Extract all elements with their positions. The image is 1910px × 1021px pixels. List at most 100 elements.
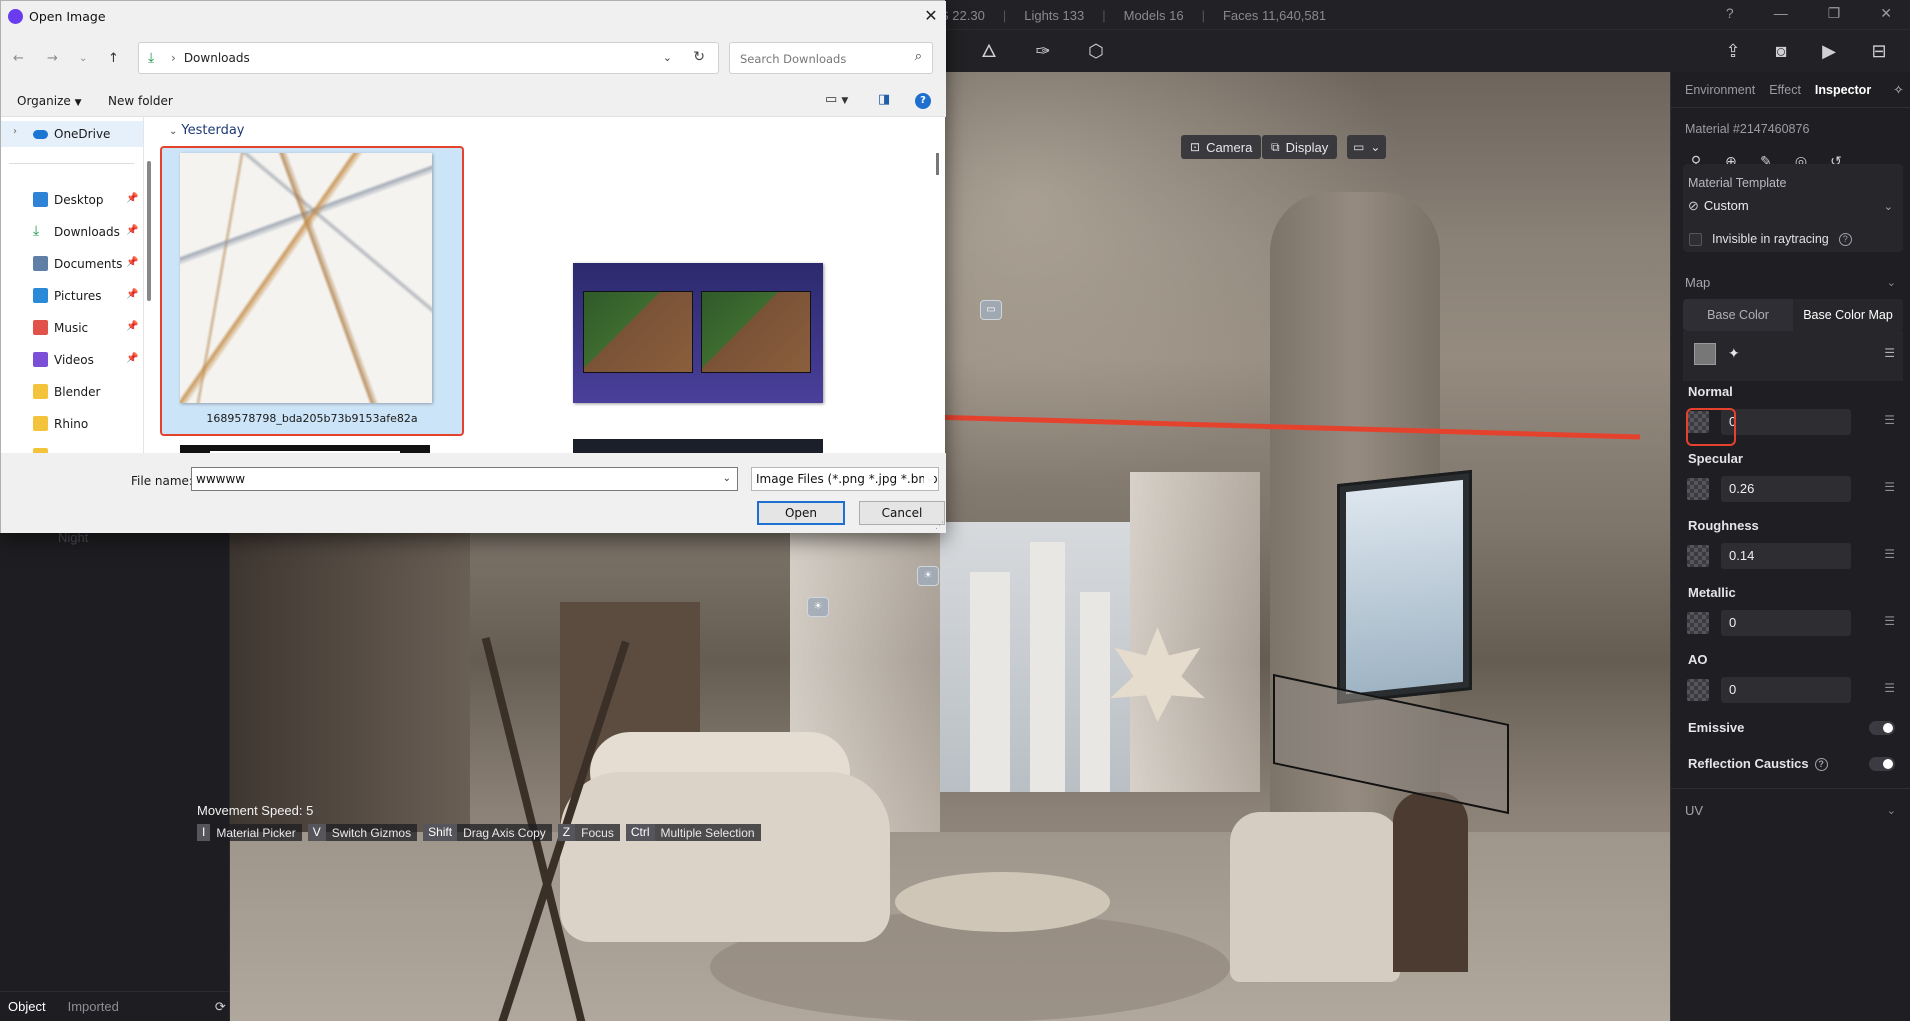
- template-dropdown[interactable]: ⊘ Custom ⌄: [1688, 198, 1893, 214]
- preview-pane-icon[interactable]: ◨: [878, 92, 890, 107]
- adjust-icon[interactable]: ☰: [1884, 346, 1895, 360]
- light-marker-icon[interactable]: ▭: [980, 300, 1002, 320]
- bulb-marker-icon[interactable]: ☀: [917, 566, 939, 586]
- group-header[interactable]: ⌄ Yesterday: [169, 123, 245, 138]
- prop-value[interactable]: 0: [1721, 409, 1851, 435]
- resize-grip-icon[interactable]: ⋰: [935, 521, 944, 531]
- pin-icon[interactable]: 📌: [126, 289, 138, 300]
- tab-imported[interactable]: Imported: [68, 999, 119, 1014]
- breadcrumb-downloads[interactable]: Downloads: [184, 51, 250, 65]
- bulb-marker-icon[interactable]: ☀: [807, 597, 829, 617]
- invisible-checkbox[interactable]: [1689, 232, 1702, 246]
- content-scrollbar[interactable]: [936, 153, 939, 175]
- tab-inspector[interactable]: Inspector: [1815, 83, 1871, 97]
- tab-object[interactable]: Object: [8, 999, 46, 1014]
- expand-icon[interactable]: ›: [13, 126, 17, 137]
- chevron-down-icon[interactable]: ⌄: [79, 53, 87, 64]
- nav-onedrive[interactable]: › OneDrive: [1, 121, 143, 147]
- nav-rhino[interactable]: Rhino: [1, 411, 143, 437]
- navigation-bar: ← → ⌄ ↑ ⤓ › Downloads ⌄ ↻ Search Download…: [1, 31, 946, 85]
- restore-icon[interactable]: ❐: [1828, 5, 1841, 22]
- close-app-icon[interactable]: ✕: [1880, 5, 1892, 22]
- file-thumbnail[interactable]: [573, 263, 823, 403]
- cancel-button[interactable]: Cancel: [859, 501, 945, 525]
- pin-icon[interactable]: 📌: [126, 257, 138, 268]
- file-thumbnail[interactable]: [180, 445, 430, 453]
- help-icon[interactable]: ?: [1838, 232, 1852, 246]
- nav-more[interactable]: [1, 443, 143, 453]
- filename-input[interactable]: wwwww ⌄: [191, 467, 738, 491]
- help-icon[interactable]: ?: [1814, 758, 1828, 772]
- texture-slot[interactable]: [1687, 545, 1709, 567]
- new-folder-button[interactable]: New folder: [108, 94, 173, 108]
- refresh-icon[interactable]: ↻: [693, 49, 705, 65]
- view-icon[interactable]: ▭ ▼: [825, 92, 848, 107]
- tab-environment[interactable]: Environment: [1685, 83, 1755, 97]
- nav-scrollbar[interactable]: [147, 161, 151, 301]
- inbox-icon[interactable]: ⊟: [1868, 40, 1890, 62]
- chevron-down-icon[interactable]: ⌄: [723, 468, 731, 490]
- search-input[interactable]: Search Downloads ⌕: [729, 42, 933, 74]
- prop-value[interactable]: 0.14: [1721, 543, 1851, 569]
- texture-slot[interactable]: [1687, 478, 1709, 500]
- prop-value[interactable]: 0.26: [1721, 476, 1851, 502]
- texture-slot[interactable]: [1687, 612, 1709, 634]
- tab-base-color-map[interactable]: Base Color Map: [1793, 299, 1903, 331]
- nav-blender[interactable]: Blender: [1, 379, 143, 405]
- display-button[interactable]: ⧉ Display: [1262, 135, 1338, 159]
- forward-icon[interactable]: →: [47, 51, 58, 66]
- prop-value[interactable]: 0: [1721, 610, 1851, 636]
- address-bar[interactable]: ⤓ › Downloads ⌄ ↻: [138, 42, 719, 74]
- nav-music[interactable]: Music 📌: [1, 315, 143, 341]
- nav-documents[interactable]: Documents 📌: [1, 251, 143, 277]
- tab-effect[interactable]: Effect: [1769, 83, 1801, 97]
- tab-base-color[interactable]: Base Color: [1683, 299, 1793, 331]
- pin-icon[interactable]: 📌: [126, 353, 138, 364]
- nav-downloads[interactable]: ⤓ Downloads 📌: [1, 219, 143, 245]
- adjust-icon[interactable]: ☰: [1884, 413, 1895, 427]
- nav-videos[interactable]: Videos 📌: [1, 347, 143, 373]
- file-thumbnail[interactable]: [573, 439, 823, 453]
- nav-desktop[interactable]: Desktop 📌: [1, 187, 143, 213]
- pen-tool-icon[interactable]: ✑: [1032, 40, 1054, 62]
- caustics-toggle[interactable]: [1869, 757, 1895, 771]
- fire-icon[interactable]: 🜂: [978, 40, 1000, 62]
- emissive-toggle[interactable]: [1869, 721, 1895, 735]
- nav-pictures[interactable]: Pictures 📌: [1, 283, 143, 309]
- close-icon[interactable]: ✕: [916, 1, 946, 31]
- navigation-pane: › OneDrive Desktop 📌 ⤓ Downloads 📌 Document…: [1, 117, 144, 453]
- texture-slot[interactable]: [1687, 679, 1709, 701]
- adjust-icon[interactable]: ☰: [1884, 480, 1895, 494]
- up-icon[interactable]: ↑: [108, 51, 119, 66]
- filetype-select[interactable]: Image Files (*.png *.jpg *.bmp * ⌄: [751, 467, 939, 491]
- camera-button[interactable]: ⊡ Camera: [1181, 135, 1262, 159]
- chevron-down-icon[interactable]: ⌄: [663, 51, 672, 64]
- sparkle-icon[interactable]: ✧: [1893, 82, 1903, 97]
- adjust-icon[interactable]: ☰: [1884, 547, 1895, 561]
- help-icon[interactable]: ?: [1726, 5, 1734, 22]
- view-options-button[interactable]: ▭ ⌄: [1347, 135, 1387, 159]
- prop-value[interactable]: 0: [1721, 677, 1851, 703]
- share-icon[interactable]: ⇪: [1722, 40, 1744, 62]
- help-icon[interactable]: ?: [915, 93, 931, 109]
- shortcut-material-picker: I Material Picker: [197, 824, 302, 841]
- sync-icon[interactable]: ⟳: [215, 999, 226, 1015]
- camera-icon[interactable]: ◙: [1770, 40, 1792, 62]
- folder-icon: [33, 416, 48, 431]
- layers-icon[interactable]: ⬡: [1085, 40, 1107, 62]
- chevron-down-icon[interactable]: ⌄: [1887, 276, 1896, 289]
- magic-icon[interactable]: ✦: [1728, 345, 1740, 362]
- pin-icon[interactable]: 📌: [126, 225, 138, 236]
- pin-icon[interactable]: 📌: [126, 321, 138, 332]
- base-color-swatch[interactable]: [1694, 343, 1716, 365]
- organize-button[interactable]: Organize ▼: [17, 94, 82, 108]
- video-icon[interactable]: ▶: [1818, 40, 1840, 62]
- chevron-down-icon[interactable]: ⌄: [1887, 804, 1896, 817]
- adjust-icon[interactable]: ☰: [1884, 614, 1895, 628]
- minimize-icon[interactable]: —: [1774, 5, 1788, 22]
- marble-thumbnail[interactable]: [180, 153, 432, 403]
- back-icon[interactable]: ←: [13, 51, 24, 66]
- adjust-icon[interactable]: ☰: [1884, 681, 1895, 695]
- pin-icon[interactable]: 📌: [126, 193, 138, 204]
- open-button[interactable]: Open: [757, 501, 845, 525]
